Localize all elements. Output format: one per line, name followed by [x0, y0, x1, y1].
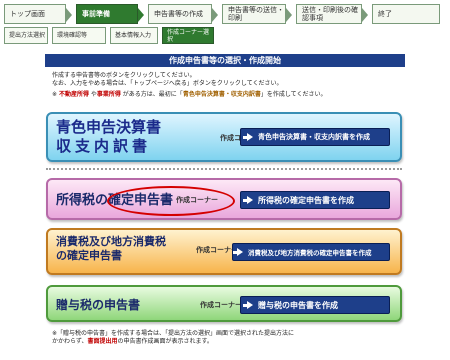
- arrow-right-icon: [233, 248, 243, 256]
- card-title: 贈与税の申告書: [56, 298, 141, 312]
- card-income-tax[interactable]: 所得税の確定申告書 作成コーナー 所得税の確定申告書を作成: [46, 178, 402, 220]
- corner-label: 作成コーナー: [200, 301, 242, 309]
- page-title: 作成申告書等の選択・作成開始: [45, 54, 405, 67]
- substep-submission-method: 提出方法選択: [4, 27, 48, 44]
- footnote: ※「贈与税の申告書」を作成する場合は、「提出方法の選択」画面で選択された提出方法…: [52, 330, 295, 345]
- card-title: 消費税及び地方消費税 の確定申告書: [56, 235, 166, 262]
- arrow-right-icon: [243, 301, 253, 309]
- divider: [46, 168, 402, 170]
- step-top: トップ画面: [4, 4, 72, 24]
- step-send-print: 申告書等の送信・印刷: [222, 4, 292, 24]
- step-navigation: トップ画面 事前準備 申告書等の作成 申告書等の送信・印刷 送信・印刷後の確認事…: [0, 0, 450, 26]
- step-end: 終了: [372, 4, 440, 24]
- create-income-tax-button[interactable]: 所得税の確定申告書を作成: [240, 191, 390, 209]
- substep-basic-info: 基本情報入力: [110, 27, 158, 44]
- substep-environment: 環境確認等: [52, 27, 106, 44]
- create-consumption-tax-button[interactable]: 消費税及び地方消費税の確定申告書を作成: [232, 243, 390, 261]
- card-title: 青色申告決算書 収支内訳書: [56, 118, 162, 155]
- create-blue-return-button[interactable]: 青色申告決算書・収支内訳書を作成: [240, 128, 390, 146]
- card-gift-tax[interactable]: 贈与税の申告書 作成コーナー 贈与税の申告書を作成: [46, 285, 402, 322]
- card-consumption-tax[interactable]: 消費税及び地方消費税 の確定申告書 作成コーナー 消費税及び地方消費税の確定申告…: [46, 228, 402, 275]
- substep-navigation: 提出方法選択 環境確認等 基本情報入力 作成コーナー選択: [0, 27, 450, 47]
- step-create: 申告書等の作成: [148, 4, 218, 24]
- corner-label: 作成コーナー: [176, 196, 218, 204]
- step-confirm: 送信・印刷後の確認事項: [296, 4, 368, 24]
- create-gift-tax-button[interactable]: 贈与税の申告書を作成: [240, 296, 390, 314]
- arrow-right-icon: [243, 133, 253, 141]
- card-blue-return[interactable]: 青色申告決算書 収支内訳書 作成コーナー 青色申告決算書・収支内訳書を作成: [46, 112, 402, 162]
- substep-corner-select: 作成コーナー選択: [162, 27, 214, 44]
- arrow-right-icon: [243, 196, 253, 204]
- intro-text: 作成する申告書等のボタンをクリックしてください。 なお、入力をやめる場合は、「ト…: [52, 72, 327, 98]
- step-preparation: 事前準備: [76, 4, 144, 24]
